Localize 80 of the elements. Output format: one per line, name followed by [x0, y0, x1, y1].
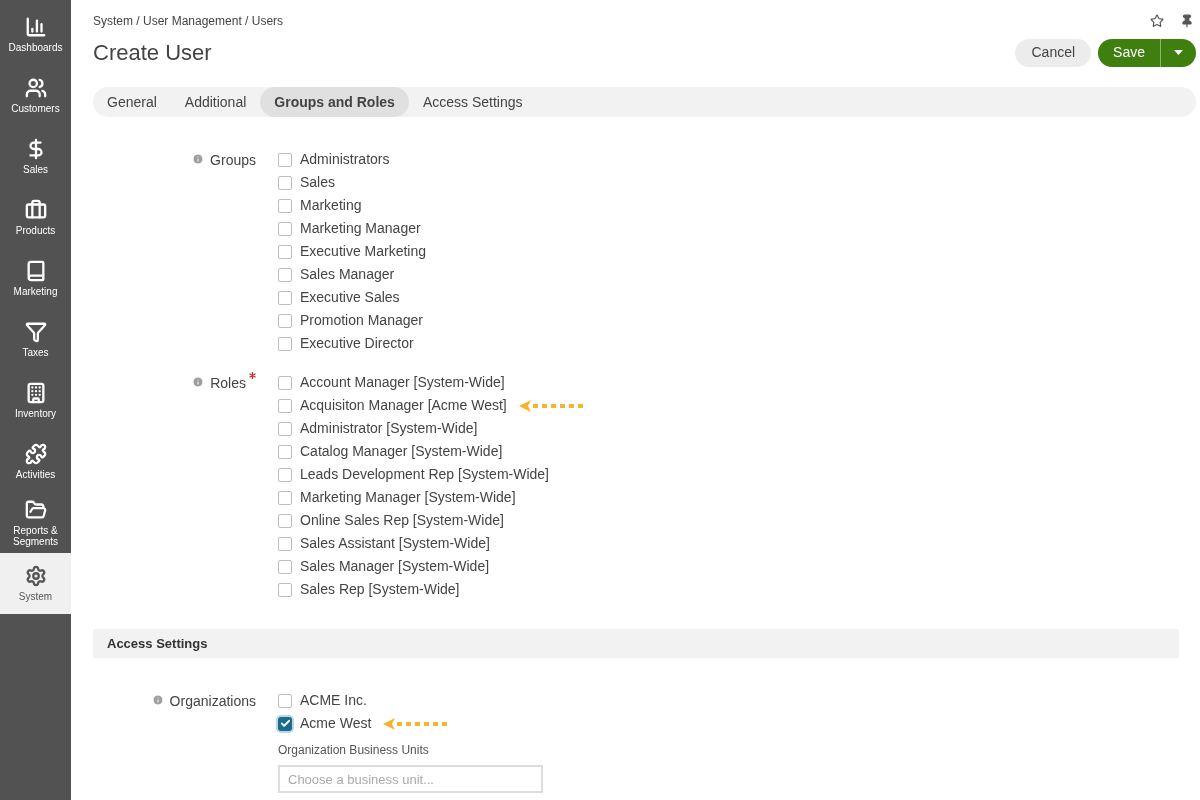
sidebar-item[interactable]: Sales	[0, 126, 71, 187]
checkbox-label: Executive Sales	[300, 288, 400, 307]
checkbox-label: Acquisiton Manager [Acme West]	[300, 396, 507, 415]
tab[interactable]: Additional	[170, 87, 261, 117]
section-header: Access Settings	[93, 629, 1179, 658]
checkbox[interactable]	[278, 559, 292, 574]
puzzle-icon	[24, 443, 47, 465]
checkbox[interactable]	[278, 244, 292, 259]
sidebar-item[interactable]: System	[0, 553, 71, 614]
sidebar-item[interactable]: Products	[0, 187, 71, 248]
people-icon	[24, 77, 47, 99]
tab[interactable]: General	[93, 87, 171, 117]
info-icon	[192, 376, 205, 388]
checkbox-label: Administrator [System-Wide]	[300, 419, 478, 438]
sidebar-item[interactable]: Dashboards	[0, 4, 71, 65]
sidebar-item[interactable]: Taxes	[0, 309, 71, 370]
tab[interactable]: Groups and Roles	[260, 87, 409, 117]
checkbox[interactable]	[278, 267, 292, 282]
star-icon[interactable]	[1150, 14, 1164, 28]
checkbox-label: Sales Manager [System-Wide]	[300, 557, 490, 576]
caret-icon	[1174, 50, 1183, 55]
dashed-arrow	[383, 716, 450, 731]
checkbox-label: Sales Assistant [System-Wide]	[300, 534, 490, 553]
checkbox[interactable]	[278, 398, 292, 413]
checkbox[interactable]	[278, 693, 292, 708]
checkbox[interactable]	[278, 421, 292, 436]
checkbox-label: Sales	[300, 173, 336, 192]
settings-icon	[24, 565, 47, 587]
sidebar-item[interactable]: Marketing	[0, 248, 71, 309]
checkbox-label: Marketing	[300, 196, 362, 215]
checkbox[interactable]	[278, 490, 292, 505]
dashed-arrow	[518, 398, 585, 413]
checkbox-label: Executive Marketing	[300, 242, 427, 261]
checkbox[interactable]	[278, 221, 292, 236]
checkbox[interactable]	[278, 290, 292, 305]
pin-icon[interactable]	[1180, 14, 1194, 28]
checkbox[interactable]	[278, 467, 292, 482]
checkbox[interactable]	[278, 513, 292, 528]
checkbox[interactable]	[278, 175, 292, 190]
checkbox[interactable]	[278, 313, 292, 328]
sidebar-item[interactable]: Customers	[0, 65, 71, 126]
briefcase-icon	[24, 199, 47, 221]
field-label: Roles	[210, 374, 246, 393]
checkbox[interactable]	[278, 375, 292, 390]
bar-chart-icon	[24, 16, 47, 38]
field-label: Organizations	[169, 692, 256, 711]
checkbox[interactable]	[278, 444, 292, 459]
sidebar-item[interactable]: Reports & Segments	[0, 492, 71, 553]
checkbox[interactable]	[278, 716, 292, 731]
checkbox-label: Catalog Manager [System-Wide]	[300, 442, 503, 461]
checkbox-label: Account Manager [System-Wide]	[300, 373, 505, 392]
checkbox-label: ACME Inc.	[300, 691, 367, 710]
checkbox-label: Sales Rep [System-Wide]	[300, 580, 460, 599]
checkbox-label: Administrators	[300, 150, 390, 169]
cancel-button[interactable]: Cancel	[1015, 38, 1092, 67]
checkbox[interactable]	[278, 198, 292, 213]
checkbox-label: Acme West	[300, 714, 372, 733]
checkbox-label: Sales Manager	[300, 265, 395, 284]
business-unit-field[interactable]: Choose a business unit...	[278, 765, 543, 793]
tab[interactable]: Access Settings	[408, 87, 537, 117]
field-label: Organization Business Units	[278, 742, 430, 759]
field-label: Groups	[210, 151, 256, 170]
info-icon	[192, 153, 205, 165]
page-title: Create User	[93, 39, 212, 67]
checkbox-label: Leads Development Rep [System-Wide]	[300, 465, 549, 484]
funnel-icon	[24, 321, 47, 343]
checkbox[interactable]	[278, 336, 292, 351]
checkbox-label: Marketing Manager	[300, 219, 421, 238]
checkbox[interactable]	[278, 582, 292, 597]
checkbox-label: Marketing Manager [System-Wide]	[300, 488, 516, 507]
info-icon	[151, 694, 164, 706]
breadcrumb: System / User Management / Users	[93, 13, 284, 30]
checkbox-label: Executive Director	[300, 334, 414, 353]
sidebar-item[interactable]: Inventory	[0, 370, 71, 431]
folder-icon	[24, 498, 47, 521]
checkbox-label: Promotion Manager	[300, 311, 423, 330]
checkbox-label: Online Sales Rep [System-Wide]	[300, 511, 504, 530]
sidebar-item[interactable]: Activities	[0, 431, 71, 492]
checkbox[interactable]	[278, 536, 292, 551]
checkbox[interactable]	[278, 152, 292, 167]
